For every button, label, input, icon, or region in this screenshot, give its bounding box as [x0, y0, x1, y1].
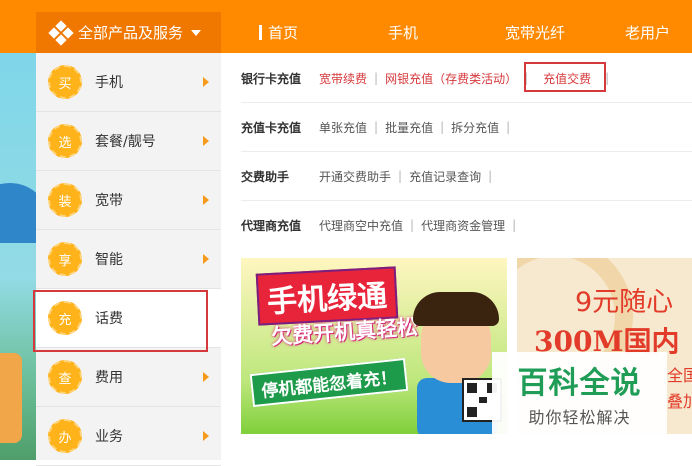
row-title: 交费助手 — [241, 169, 290, 184]
chevron-right-icon — [203, 431, 209, 441]
link-separator: | — [512, 218, 517, 232]
link-separator: | — [506, 120, 511, 134]
sidebar-item-smart[interactable]: 享 智能 — [36, 230, 221, 289]
link-online-banking-recharge[interactable]: 网银充值（存费类活动） — [385, 70, 517, 87]
badge-query-icon: 查 — [48, 360, 82, 394]
link-separator: | — [440, 120, 445, 134]
chevron-right-icon — [203, 372, 209, 382]
chevron-down-icon — [191, 29, 202, 36]
banner-note-2: 叠加 — [667, 392, 692, 411]
sidebar-item-label: 手机 — [95, 75, 123, 91]
link-agent-fund-management[interactable]: 代理商资金管理 — [421, 217, 505, 234]
link-recharge-history[interactable]: 充值记录查询 — [409, 168, 481, 185]
link-agent-air-recharge[interactable]: 代理商空中充值 — [319, 217, 403, 234]
sidebar-item-label: 宽带 — [95, 193, 123, 209]
link-separator: | — [398, 169, 403, 183]
link-broadband-renewal[interactable]: 宽带续费 — [319, 70, 367, 87]
nav-item-home-label: 首页 — [268, 24, 299, 42]
sidebar-item-phone[interactable]: 买 手机 — [36, 53, 221, 112]
badge-handle-icon: 办 — [48, 419, 82, 453]
row-title: 银行卡充值 — [241, 71, 302, 86]
sidebar-item-label: 智能 — [95, 252, 123, 268]
badge-enjoy-icon: 享 — [48, 242, 82, 276]
link-separator: | — [488, 169, 493, 183]
diamond-logo-icon — [48, 19, 74, 46]
sidebar-item-label: 业务 — [95, 429, 123, 445]
all-products-label: 全部产品及服务 — [78, 24, 184, 42]
row-divider — [241, 102, 692, 103]
row-agent-recharge: 代理商充值 代理商空中充值 | 代理商资金管理 | — [241, 215, 523, 235]
banner-tagline: 停机都能忽着充！ — [249, 357, 409, 408]
row-title: 代理商充值 — [241, 218, 302, 233]
chevron-right-icon — [203, 254, 209, 264]
banner-headline: 9元随心 — [575, 287, 674, 318]
highlight-box-recharge-pay — [524, 62, 606, 92]
nav-item-home[interactable]: 首页 — [259, 22, 298, 43]
sidebar-item-label: 费用 — [95, 370, 123, 386]
top-nav-bar: 全部产品及服务 首页 手机 宽带光纤 老用户 — [0, 0, 692, 53]
highlight-box-phone-bill — [33, 290, 208, 352]
chevron-right-icon — [203, 136, 209, 146]
sidebar-item-plans[interactable]: 选 套餐/靓号 — [36, 112, 221, 171]
sidebar-item-broadband[interactable]: 装 宽带 — [36, 171, 221, 230]
link-separator: | — [374, 120, 379, 134]
link-enable-payment-assistant[interactable]: 开通交费助手 — [319, 168, 391, 185]
watermark-slogan: 助你轻松解决 — [528, 408, 631, 427]
umbrella-illustration — [0, 183, 36, 243]
link-separator: | — [374, 71, 379, 85]
row-divider — [241, 151, 692, 152]
chevron-right-icon — [203, 195, 209, 205]
left-banner-illustration — [0, 53, 36, 460]
badge-select-icon: 选 — [48, 124, 82, 158]
nav-item-existing-users[interactable]: 老用户 — [625, 22, 670, 43]
cartoon-hair-illustration — [413, 292, 499, 326]
sidebar-item-label: 套餐/靓号 — [95, 134, 156, 150]
banner-note-1: 全国 — [667, 366, 692, 385]
watermark-logo: 百科全说 助你轻松解决 — [492, 352, 667, 434]
badge-install-icon: 装 — [48, 183, 82, 217]
chevron-right-icon — [203, 77, 209, 87]
all-products-menu-button[interactable]: 全部产品及服务 — [36, 12, 221, 53]
row-payment-assistant: 交费助手 开通交费助手 | 充值记录查询 | — [241, 166, 499, 186]
person-illustration — [0, 353, 22, 443]
nav-divider — [259, 25, 262, 40]
link-batch-recharge[interactable]: 批量充值 — [385, 119, 433, 136]
watermark-brand: 百科全说 — [517, 366, 642, 401]
row-card-recharge: 充值卡充值 单张充值 | 批量充值 | 拆分充值 | — [241, 117, 517, 137]
sidebar-item-fees[interactable]: 查 费用 — [36, 348, 221, 407]
nav-item-phone[interactable]: 手机 — [388, 22, 418, 43]
link-split-recharge[interactable]: 拆分充值 — [451, 119, 499, 136]
link-separator: | — [410, 218, 415, 232]
category-sidebar: 买 手机 选 套餐/靓号 装 宽带 享 智能 充 话费 查 费用 办 业务 — [36, 53, 221, 466]
badge-buy-icon: 买 — [48, 65, 82, 99]
sidebar-item-services[interactable]: 办 业务 — [36, 407, 221, 466]
row-title: 充值卡充值 — [241, 120, 302, 135]
nav-item-broadband[interactable]: 宽带光纤 — [505, 22, 565, 43]
link-single-recharge[interactable]: 单张充值 — [319, 119, 367, 136]
row-divider — [241, 200, 692, 201]
